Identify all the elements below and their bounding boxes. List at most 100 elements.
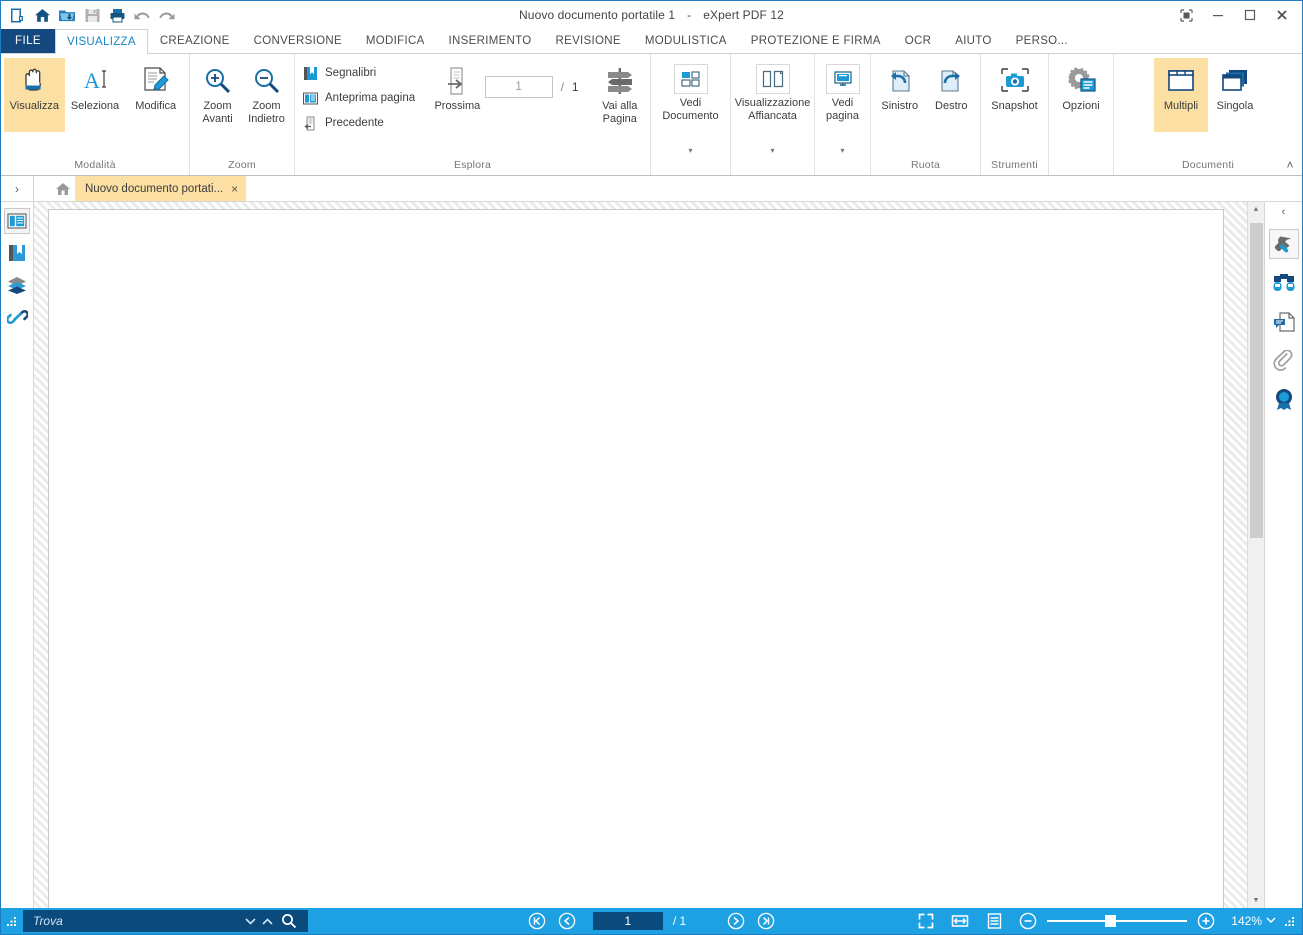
status-page-input[interactable]: 1 — [592, 912, 663, 930]
binoculars-search-icon[interactable] — [1269, 268, 1299, 298]
ruota-destro-button[interactable]: Destro — [926, 58, 978, 132]
comments-icon[interactable] — [1269, 307, 1299, 337]
expand-sidebar-button[interactable]: › — [1, 176, 34, 201]
opzioni-button[interactable]: Opzioni — [1052, 58, 1110, 132]
first-page-button[interactable] — [527, 911, 547, 931]
find-box[interactable] — [23, 910, 308, 932]
zoom-out-button[interactable] — [1011, 910, 1045, 932]
find-input[interactable] — [33, 914, 242, 928]
previous-page-button[interactable] — [557, 911, 577, 931]
signature-seal-icon[interactable] — [1269, 385, 1299, 415]
minimize-icon[interactable] — [1202, 2, 1234, 28]
zoom-in-button[interactable]: Zoom Avanti — [193, 58, 242, 132]
document-tab[interactable]: Nuovo documento portati... × — [75, 176, 247, 201]
close-icon[interactable] — [1266, 2, 1298, 28]
links-icon[interactable] — [4, 304, 30, 330]
layers-icon[interactable] — [4, 272, 30, 298]
tab-revisione[interactable]: REVISIONE — [544, 29, 633, 53]
ribbon-group-esplora: Segnalibri Anteprima pagina Precedente P… — [295, 54, 651, 175]
anteprima-pagina-label: Anteprima pagina — [325, 92, 416, 104]
documenti-singola-button[interactable]: Singola — [1208, 58, 1262, 132]
find-search-icon[interactable] — [276, 913, 302, 929]
pdf-page[interactable] — [48, 209, 1224, 908]
last-page-button[interactable] — [756, 911, 776, 931]
fit-page-icon[interactable] — [909, 910, 943, 932]
next-page-button[interactable] — [726, 911, 746, 931]
scroll-up-arrow-icon[interactable]: ▲ — [1248, 202, 1265, 217]
collapse-right-sidebar-button[interactable]: ‹ — [1269, 204, 1299, 220]
prossima-button[interactable]: Prossima — [430, 58, 484, 132]
mode-seleziona-label: Seleziona — [70, 100, 120, 112]
print-icon[interactable] — [106, 4, 128, 26]
tab-visualizza[interactable]: VISUALIZZA — [55, 29, 148, 54]
page-thumbnails-icon[interactable] — [4, 208, 30, 234]
vai-alla-pagina-button[interactable]: Vai alla Pagina — [593, 58, 647, 132]
vedi-pagina-label-line2: pagina — [825, 110, 860, 122]
continuous-scroll-icon[interactable] — [977, 910, 1011, 932]
undo-icon[interactable] — [131, 4, 153, 26]
tools-wrench-icon[interactable] — [1268, 229, 1299, 259]
maximize-icon[interactable] — [1234, 2, 1266, 28]
tab-file[interactable]: FILE — [1, 29, 55, 53]
anteprima-pagina-button[interactable]: Anteprima pagina — [298, 86, 422, 110]
zoom-in-label-line2: Avanti — [202, 113, 233, 125]
zoom-slider-thumb[interactable] — [1105, 915, 1117, 927]
tab-inserimento[interactable]: INSERIMENTO — [437, 29, 544, 53]
scroll-down-arrow-icon[interactable]: ▼ — [1248, 893, 1265, 908]
find-previous-icon[interactable] — [242, 917, 259, 926]
mode-visualizza-button[interactable]: Visualizza — [4, 58, 65, 132]
documenti-multipli-button[interactable]: Multipli — [1154, 58, 1208, 132]
zoom-out-button[interactable]: Zoom Indietro — [242, 58, 291, 132]
zoom-dropdown-caret-icon[interactable] — [1266, 916, 1282, 926]
mode-modifica-button[interactable]: Modifica — [125, 58, 186, 132]
ribbon-display-options-icon[interactable] — [1170, 2, 1202, 28]
zoom-level-label[interactable]: 142% — [1223, 914, 1266, 928]
collapse-ribbon-button[interactable]: ˄ — [1282, 157, 1298, 173]
mode-seleziona-button[interactable]: A Seleziona — [65, 58, 126, 132]
ribbon-group-modalita: Visualizza A Seleziona Modifica Modalità — [1, 54, 190, 175]
vedi-documento-dropdown-caret[interactable]: ▾ — [651, 144, 730, 156]
vedi-pagina-dropdown-caret[interactable]: ▾ — [815, 144, 870, 156]
document-canvas[interactable]: ▲ ▼ — [34, 202, 1264, 908]
tab-aiuto[interactable]: AIUTO — [943, 29, 1003, 53]
status-grip-icon — [1, 916, 23, 927]
redo-icon[interactable] — [156, 4, 178, 26]
zoom-slider-track[interactable] — [1047, 915, 1188, 927]
bookmarks-icon[interactable] — [4, 240, 30, 266]
home-icon[interactable] — [31, 4, 53, 26]
ribbon-group-strumenti: Snapshot Strumenti — [981, 54, 1049, 175]
home-tab-icon[interactable] — [51, 176, 75, 201]
tab-personalizza[interactable]: PERSO... — [1004, 29, 1080, 53]
tab-creazione[interactable]: CREAZIONE — [148, 29, 242, 53]
segnalibri-button[interactable]: Segnalibri — [298, 61, 422, 85]
tab-protezione-e-firma[interactable]: PROTEZIONE E FIRMA — [739, 29, 893, 53]
new-pdf-icon[interactable] — [6, 4, 28, 26]
page-area[interactable] — [34, 202, 1247, 908]
tab-modifica[interactable]: MODIFICA — [354, 29, 437, 53]
attachments-paperclip-icon[interactable] — [1269, 346, 1299, 376]
save-icon[interactable] — [81, 4, 103, 26]
vedi-pagina-button[interactable]: Vedi pagina — [818, 58, 867, 123]
visualizzazione-affiancata-button[interactable]: Visualizzazione Affiancata — [734, 58, 811, 123]
vertical-scrollbar[interactable]: ▲ ▼ — [1247, 202, 1264, 908]
zoom-in-button[interactable] — [1189, 910, 1223, 932]
edit-document-icon — [139, 62, 173, 100]
precedente-button[interactable]: Precedente — [298, 111, 422, 135]
scroll-track[interactable] — [1248, 217, 1265, 893]
tab-modulistica[interactable]: MODULISTICA — [633, 29, 739, 53]
tab-conversione[interactable]: CONVERSIONE — [242, 29, 354, 53]
ruota-sinistro-button[interactable]: Sinistro — [874, 58, 926, 132]
scroll-thumb[interactable] — [1249, 223, 1263, 538]
esplora-page-input[interactable] — [484, 76, 553, 98]
zoom-slider[interactable] — [1047, 915, 1188, 927]
open-folder-icon[interactable] — [56, 4, 78, 26]
fit-width-icon[interactable] — [943, 910, 977, 932]
tab-ocr[interactable]: OCR — [893, 29, 943, 53]
vedi-documento-button[interactable]: Vedi Documento — [654, 58, 727, 123]
document-tab-close-icon[interactable]: × — [231, 182, 238, 196]
window-resize-grip-icon[interactable] — [1282, 916, 1298, 927]
snapshot-button[interactable]: Snapshot — [984, 58, 1045, 132]
zoom-in-label-line1: Zoom — [203, 100, 232, 112]
visualizzazione-affiancata-dropdown-caret[interactable]: ▾ — [731, 144, 814, 156]
find-next-icon[interactable] — [259, 917, 276, 926]
